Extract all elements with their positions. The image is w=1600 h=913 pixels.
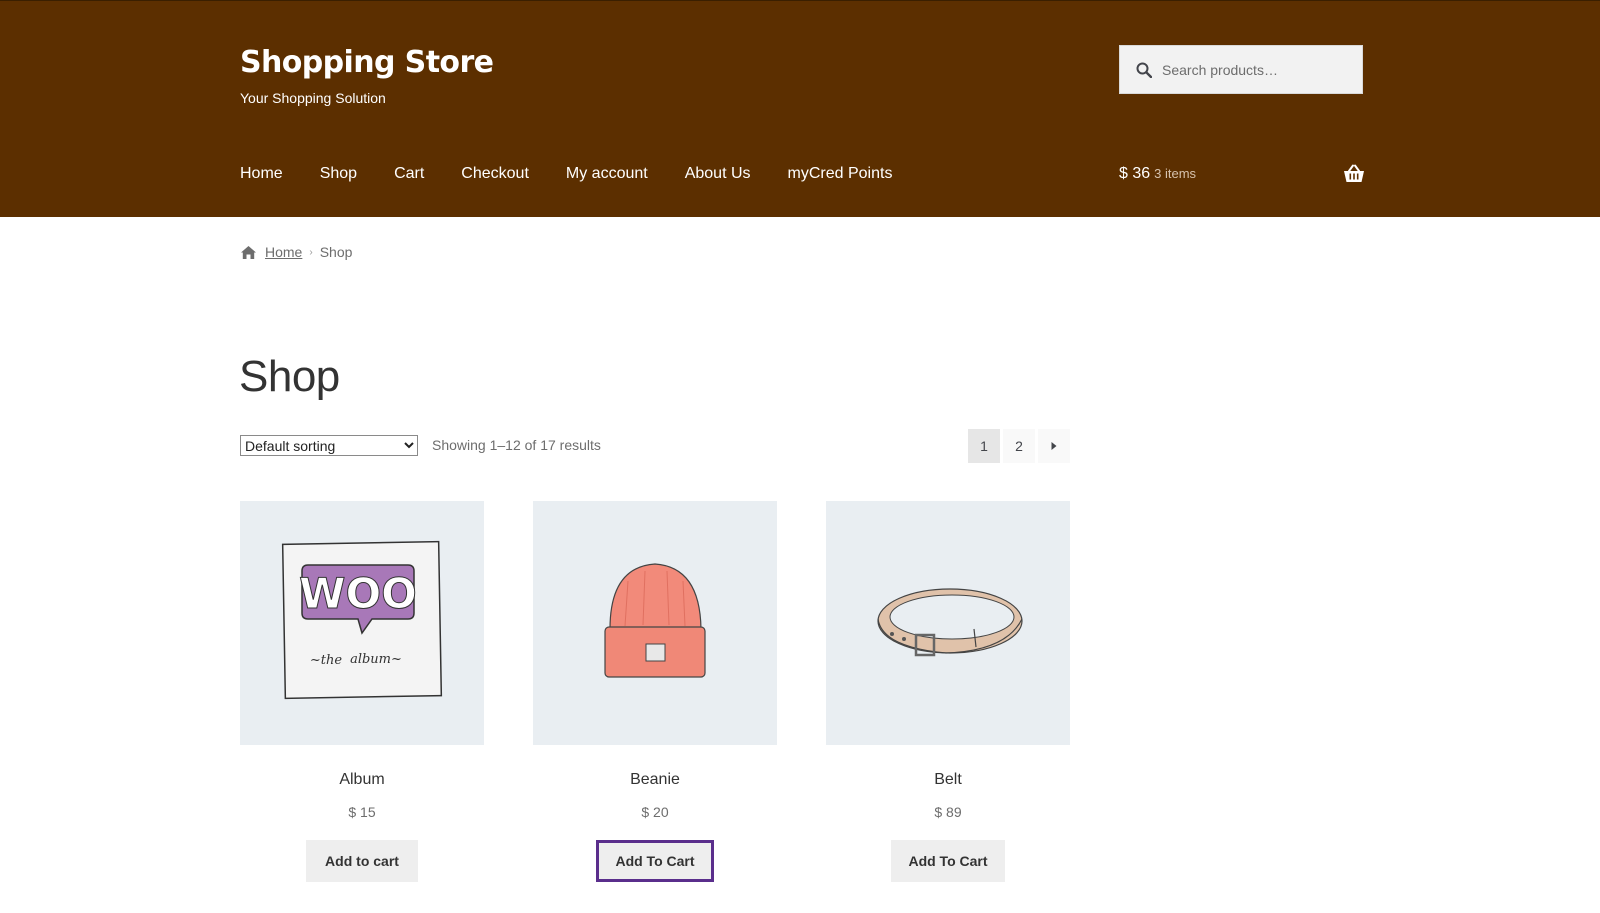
svg-text:WOO: WOO [299, 569, 417, 618]
cart-total: $ 36 [1119, 165, 1151, 182]
album-cover-illustration: WOO ~the album~ [281, 540, 443, 700]
home-icon [241, 245, 256, 259]
result-count: Showing 1–12 of 17 results [432, 437, 601, 453]
site-tagline: Your Shopping Solution [240, 90, 386, 106]
nav-item-mycred-points[interactable]: myCred Points [788, 165, 893, 183]
svg-text:~the: ~the [310, 653, 342, 668]
woo-logo: WOO [299, 569, 418, 619]
breadcrumb-home-link[interactable]: Home [265, 244, 302, 260]
breadcrumb-separator-icon: › [309, 246, 313, 258]
product-name[interactable]: Album [240, 771, 484, 789]
nav-item-shop[interactable]: Shop [320, 165, 357, 183]
product-image-album[interactable]: WOO ~the album~ [240, 501, 484, 745]
search-icon [1136, 62, 1152, 78]
add-to-cart-button-album[interactable]: Add to cart [306, 840, 418, 882]
album-handwriting: ~the album~ [310, 652, 402, 668]
nav-item-about-us[interactable]: About Us [685, 165, 751, 183]
product-price: $ 20 [641, 804, 669, 820]
nav-item-cart[interactable]: Cart [394, 165, 424, 183]
product-card-beanie: Beanie $ 20 Add To Cart [533, 501, 777, 882]
page-title: Shop [239, 352, 340, 401]
product-price: $ 89 [934, 804, 962, 820]
breadcrumb-current: Shop [319, 244, 353, 260]
belt-illustration [877, 588, 1023, 657]
product-name[interactable]: Belt [826, 771, 1070, 789]
add-to-cart-button-beanie[interactable]: Add To Cart [596, 840, 714, 882]
basket-icon[interactable] [1343, 164, 1365, 184]
pagination: 1 2 [968, 429, 1073, 463]
product-card-album: WOO ~the album~ Album $ 15 Add to cart [240, 501, 484, 882]
product-price: $ 15 [348, 804, 376, 820]
product-card-belt: Belt $ 89 Add To Cart [826, 501, 1070, 882]
sort-select[interactable]: Default sorting [240, 435, 418, 456]
breadcrumb: Home › Shop [240, 244, 352, 260]
nav-item-home[interactable]: Home [240, 165, 283, 183]
page-1[interactable]: 1 [968, 429, 1000, 463]
search-input[interactable] [1162, 61, 1352, 78]
add-to-cart-button-belt[interactable]: Add To Cart [891, 840, 1005, 882]
svg-text:album~: album~ [350, 652, 402, 667]
site-header: Shopping Store Your Shopping Solution Ho… [0, 0, 1600, 217]
primary-nav: Home Shop Cart Checkout My account About… [240, 165, 929, 183]
next-page-button[interactable] [1038, 429, 1070, 463]
site-title[interactable]: Shopping Store [240, 45, 494, 80]
product-image-belt[interactable] [826, 501, 1070, 745]
product-name[interactable]: Beanie [533, 771, 777, 789]
nav-item-checkout[interactable]: Checkout [461, 165, 529, 183]
cart-item-count: 3 items [1154, 166, 1197, 181]
product-image-beanie[interactable] [533, 501, 777, 745]
page-2[interactable]: 2 [1003, 429, 1035, 463]
nav-item-my-account[interactable]: My account [566, 165, 648, 183]
header-cart-summary[interactable]: $ 36 3 items [1119, 165, 1196, 183]
arrow-right-icon [1051, 442, 1057, 450]
search-box [1119, 45, 1363, 94]
beanie-illustration [604, 563, 706, 678]
